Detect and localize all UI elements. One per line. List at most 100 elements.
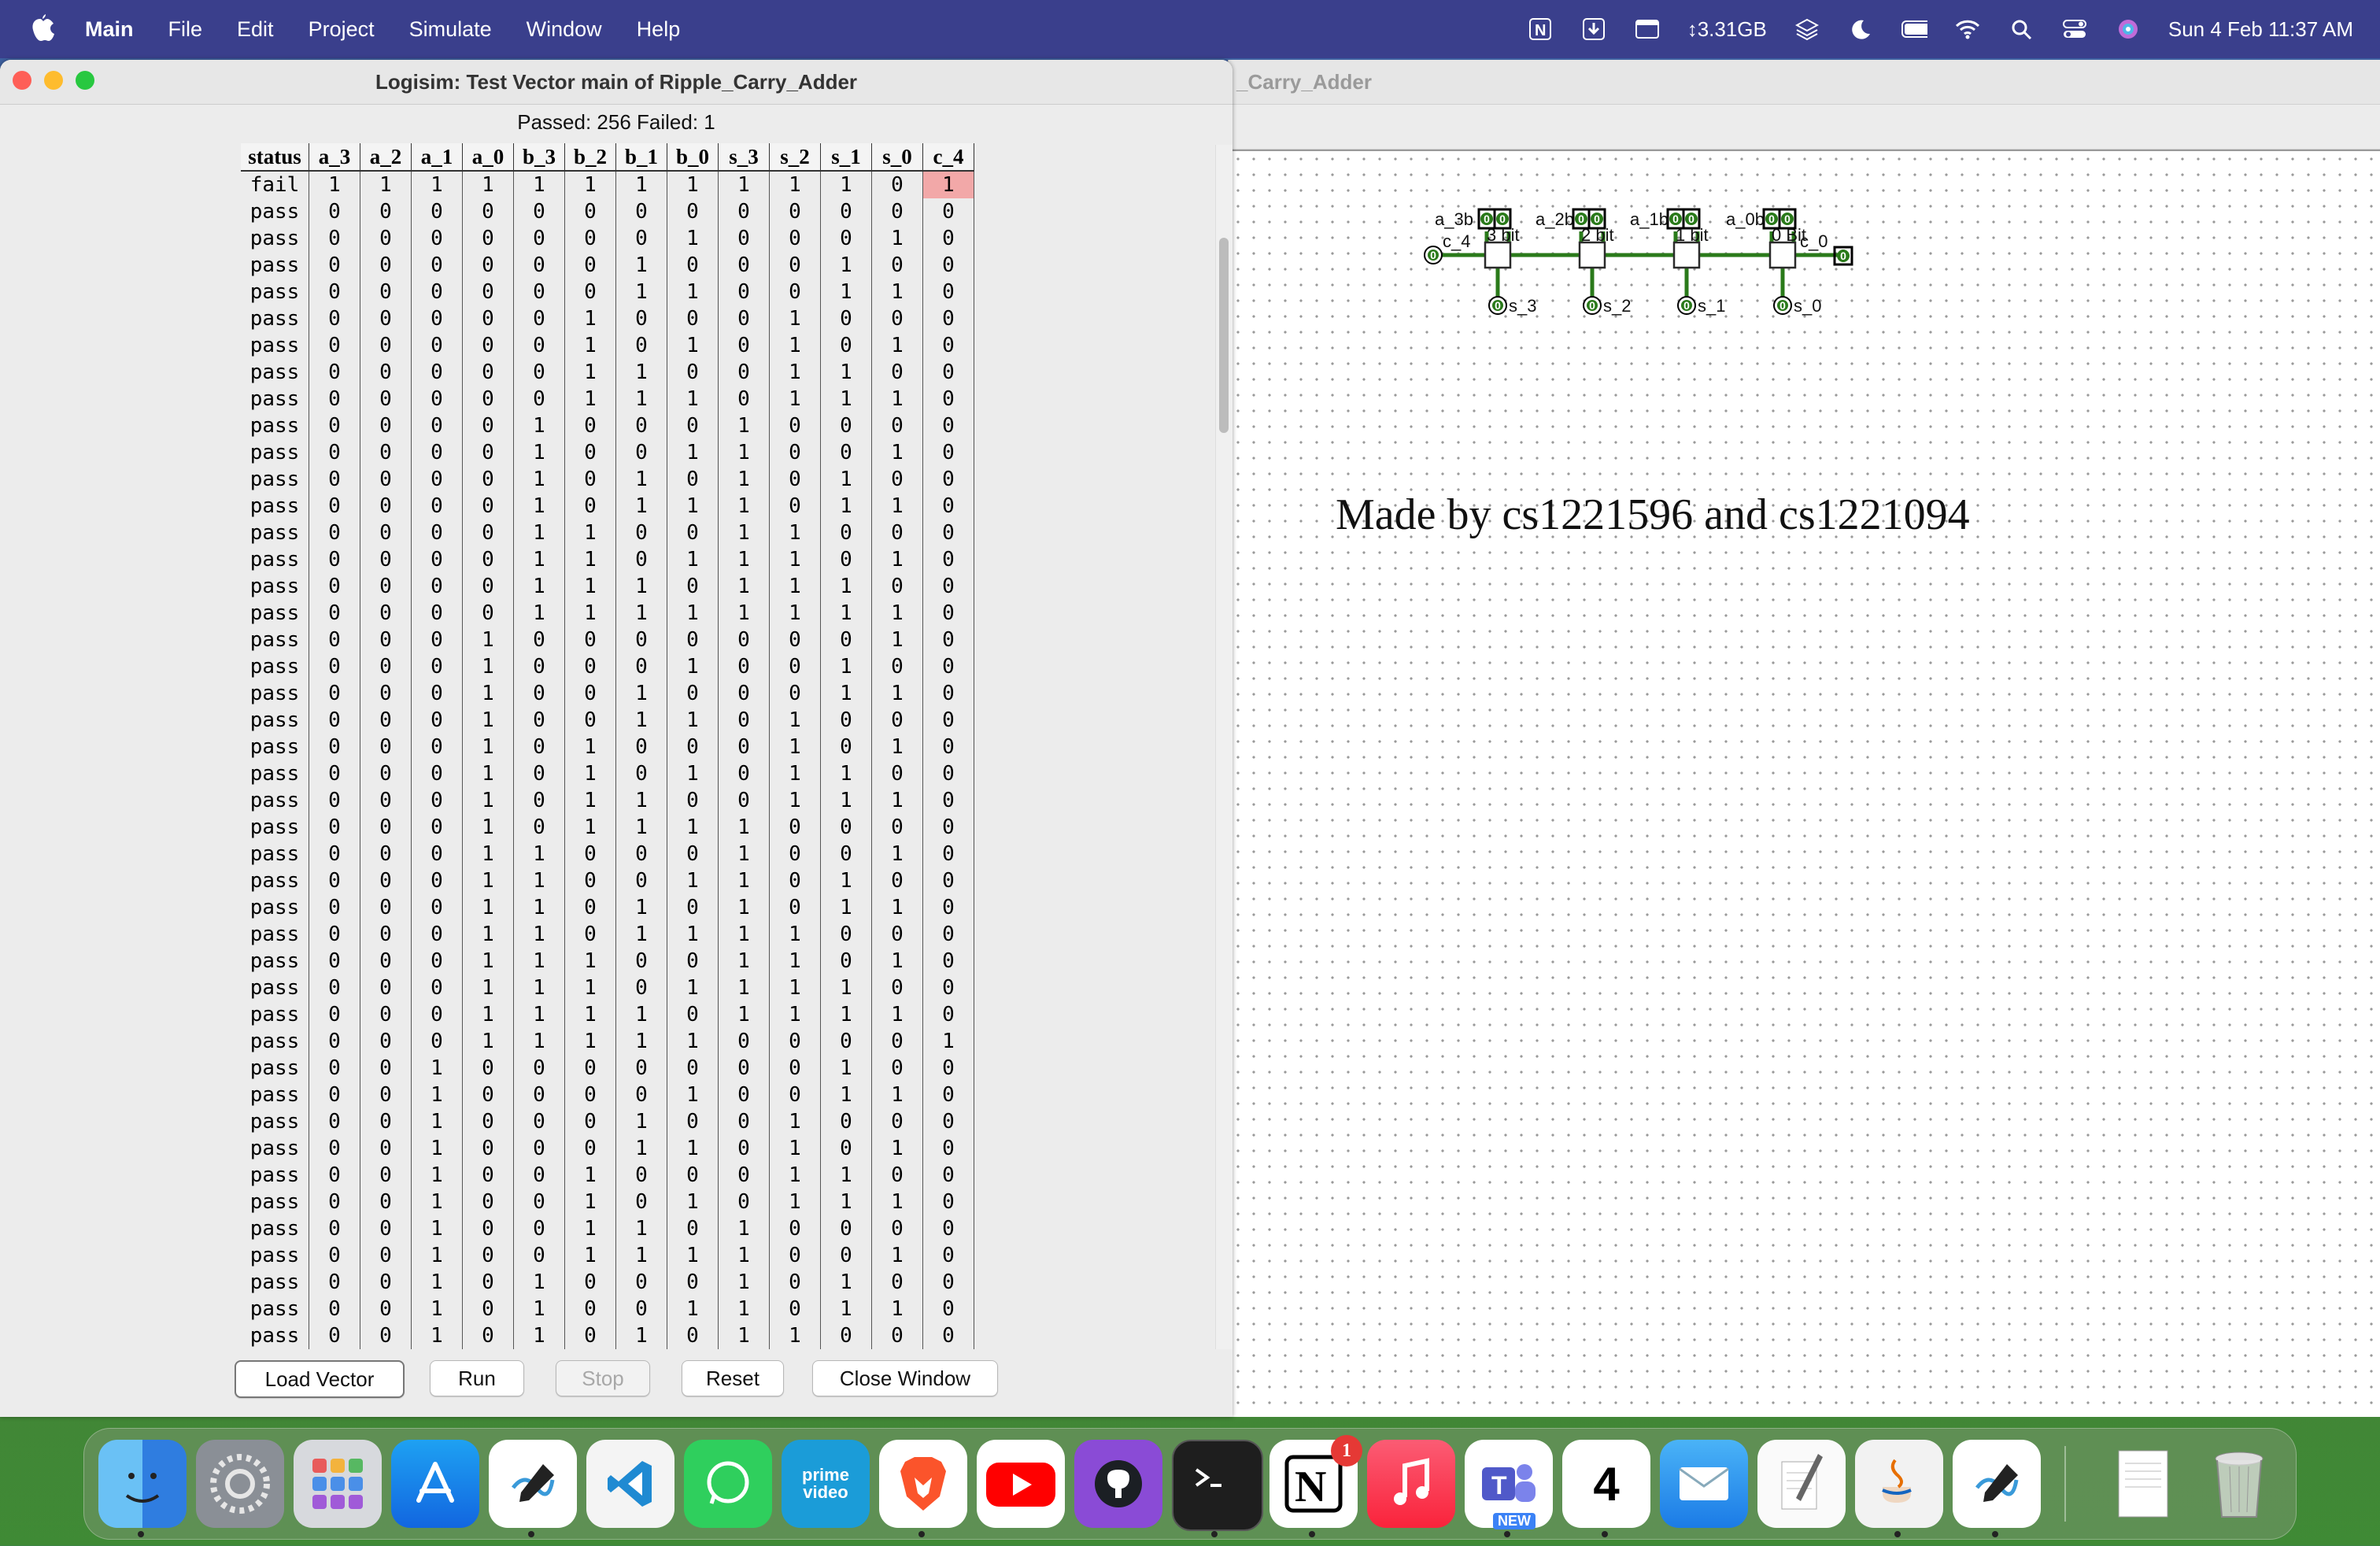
value-cell: 0: [360, 1322, 412, 1349]
value-cell: 1: [871, 546, 923, 573]
menu-app-name[interactable]: Main: [85, 17, 134, 42]
value-cell: 1: [718, 948, 770, 975]
value-cell: 0: [462, 1189, 514, 1215]
menu-help[interactable]: Help: [637, 17, 681, 42]
zoom-window-icon[interactable]: [76, 71, 94, 90]
value-cell: 0: [922, 894, 974, 921]
table-row: pass 0 0 0 0 1 0 1 1 1 0 1 1 0: [241, 493, 974, 520]
dock-trash[interactable]: [2195, 1440, 2283, 1528]
table-row: pass 0 0 0 0 0 0 1 1 0 0 1 1 0: [241, 279, 974, 305]
svg-text:N: N: [1535, 22, 1546, 39]
dock-github-desktop[interactable]: [1074, 1440, 1162, 1528]
moon-icon[interactable]: [1847, 17, 1874, 42]
dock-freeform[interactable]: [489, 1440, 577, 1528]
download-status-icon[interactable]: [1580, 17, 1607, 42]
value-cell: 1: [615, 680, 667, 707]
results-scrollbar-thumb[interactable]: [1219, 238, 1229, 433]
dock-music[interactable]: [1367, 1440, 1455, 1528]
control-center-icon[interactable]: [2061, 17, 2088, 42]
value-cell: 0: [667, 520, 719, 546]
dock-app-store[interactable]: [391, 1440, 479, 1528]
value-cell: 1: [820, 573, 872, 600]
value-cell: 0: [667, 1055, 719, 1082]
dock-documents-stack[interactable]: [2099, 1440, 2187, 1528]
value-cell: 0: [769, 1028, 821, 1055]
status-cell: pass: [241, 680, 309, 707]
value-cell: 1: [769, 1189, 821, 1215]
dock-calendar[interactable]: 4: [1562, 1440, 1650, 1528]
menu-window[interactable]: Window: [527, 17, 602, 42]
dock-prime-video[interactable]: prime video: [782, 1440, 870, 1528]
menu-simulate[interactable]: Simulate: [409, 17, 492, 42]
value-cell: 1: [564, 1189, 616, 1215]
value-cell: 0: [820, 546, 872, 573]
stop-button[interactable]: Stop: [556, 1360, 650, 1396]
status-cell: pass: [241, 1189, 309, 1215]
value-cell: 0: [820, 1028, 872, 1055]
value-cell: 1: [615, 787, 667, 814]
dock-freeform-doc[interactable]: [1953, 1440, 2041, 1528]
menu-file[interactable]: File: [168, 17, 203, 42]
dock-notion[interactable]: N 1: [1269, 1435, 1362, 1528]
dock-launchpad[interactable]: [294, 1440, 382, 1528]
menu-project[interactable]: Project: [309, 17, 375, 42]
value-cell: 0: [871, 1055, 923, 1082]
dock-teams[interactable]: T NEW: [1465, 1440, 1553, 1529]
ripple-carry-circuit[interactable]: 0 0 0 0 0 0 0 0 0 0 0 0 0 0 a_3b a_2b a_…: [1419, 167, 1923, 372]
value-cell: 1: [615, 171, 667, 198]
status-cell: pass: [241, 841, 309, 867]
freeform-icon: [512, 1464, 555, 1502]
java-cup-icon: [1882, 1459, 1912, 1503]
menu-edit[interactable]: Edit: [237, 17, 274, 42]
status-cell: pass: [241, 1108, 309, 1135]
value-cell: 0: [564, 493, 616, 520]
dock-youtube[interactable]: [977, 1440, 1065, 1528]
search-icon[interactable]: [2008, 17, 2034, 42]
value-cell: 0: [615, 305, 667, 332]
value-cell: 0: [718, 653, 770, 680]
battery-icon[interactable]: [1901, 17, 1927, 42]
brave-lion-icon: [900, 1457, 946, 1511]
dock-terminal[interactable]: [1172, 1440, 1263, 1531]
siri-icon[interactable]: [2115, 17, 2142, 42]
value-cell: 0: [871, 252, 923, 279]
value-cell: 1: [820, 680, 872, 707]
status-cell: pass: [241, 359, 309, 386]
value-cell: 1: [718, 921, 770, 948]
value-cell: 0: [360, 921, 412, 948]
value-cell: 0: [360, 1189, 412, 1215]
dock-textedit[interactable]: [1757, 1440, 1846, 1528]
results-table-viewport[interactable]: status a_3 a_2 a_1 a_0 b_3 b_2 b_1 b_0 s_3 s_2 s_1 s…: [241, 143, 1221, 1352]
load-vector-button[interactable]: Load Vector: [235, 1360, 405, 1398]
apple-menu-icon[interactable]: [27, 13, 58, 45]
value-cell: 0: [309, 975, 360, 1001]
value-cell: 0: [922, 1135, 974, 1162]
teams-icon: T: [1482, 1464, 1536, 1502]
circuit-canvas[interactable]: 0 0 0 0 0 0 0 0 0 0 0 0 0 0 a_3b a_2b a_…: [1230, 150, 2380, 1417]
run-button[interactable]: Run: [430, 1360, 524, 1396]
value-cell: 0: [360, 1269, 412, 1296]
memory-indicator[interactable]: ↕3.31GB: [1687, 17, 1767, 42]
notion-status-icon[interactable]: N: [1527, 17, 1554, 42]
clock[interactable]: Sun 4 Feb 11:37 AM: [2168, 17, 2353, 42]
table-row: pass 0 0 0 0 1 1 0 0 1 1 0 0 0: [241, 520, 974, 546]
minimize-window-icon[interactable]: [44, 71, 63, 90]
value-cell: 0: [360, 198, 412, 225]
reset-button[interactable]: Reset: [682, 1360, 784, 1396]
value-cell: 0: [615, 520, 667, 546]
dock-vscode[interactable]: [586, 1440, 674, 1528]
dock-whatsapp[interactable]: [684, 1440, 772, 1528]
value-cell: 0: [615, 1055, 667, 1082]
results-scrollbar[interactable]: [1215, 145, 1232, 1349]
close-window-icon[interactable]: [13, 71, 31, 90]
dock-mail[interactable]: [1660, 1440, 1748, 1528]
dock-java[interactable]: [1855, 1440, 1943, 1528]
dock-brave[interactable]: [879, 1440, 967, 1528]
dock-finder[interactable]: [98, 1440, 187, 1528]
close-window-button[interactable]: Close Window: [812, 1360, 998, 1396]
calendar-status-icon[interactable]: [1634, 17, 1661, 42]
value-cell: 1: [871, 680, 923, 707]
wifi-icon[interactable]: [1954, 17, 1981, 42]
dock-system-settings[interactable]: [196, 1440, 284, 1528]
layers-icon[interactable]: [1794, 17, 1820, 42]
